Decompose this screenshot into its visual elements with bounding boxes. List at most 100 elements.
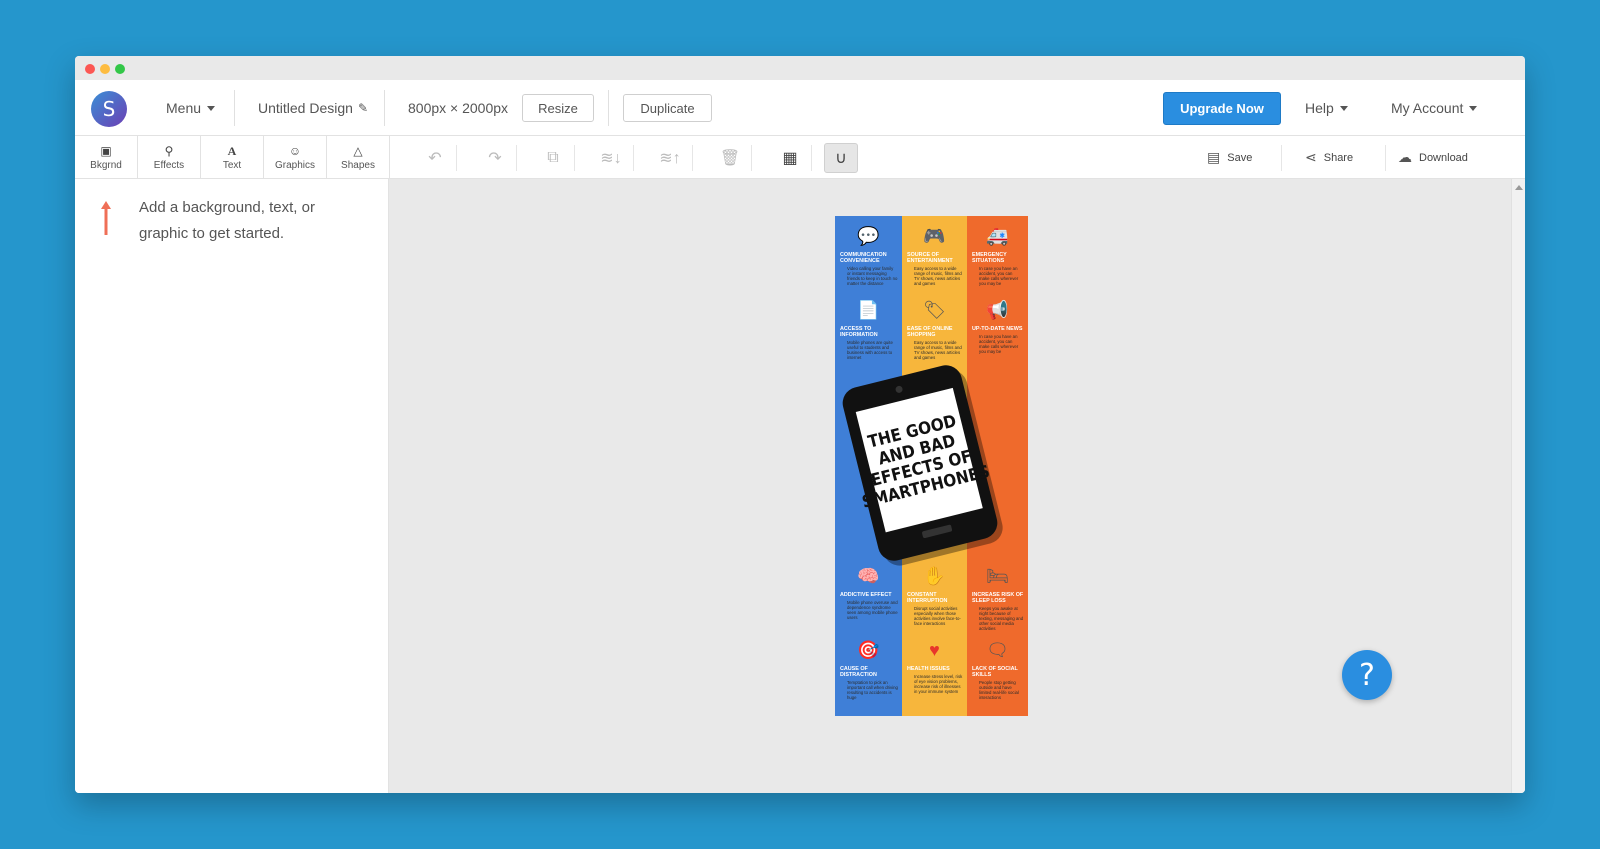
design-item[interactable]: 📢 UP-TO-DATE NEWS In case you have an ac…	[967, 296, 1028, 355]
toolbar: ▣ Bkgrnd ⚲ Effects A Text ☺ Graphics △ Shapes…	[75, 136, 1525, 179]
caret-down-icon	[1469, 105, 1478, 111]
save-button[interactable]: ▤ Save	[1207, 136, 1252, 179]
dimensions-label: 800px × 2000px	[408, 100, 509, 116]
design-item[interactable]: 📄 ACCESS TO INFORMATION Mobile phones ar…	[835, 296, 902, 361]
item-title: EASE OF ONLINE SHOPPING	[907, 326, 953, 338]
heart-icon: ♥	[929, 639, 940, 660]
download-button[interactable]: ☁ Download	[1398, 136, 1468, 179]
design-item[interactable]: 🛏 INCREASE RISK OF SLEEP LOSS Keeps you …	[967, 562, 1028, 632]
resize-button[interactable]: Resize	[522, 94, 594, 122]
divider	[692, 145, 693, 171]
design-item[interactable]: 🧠 ADDICTIVE EFFECT Mobile phone overuse …	[835, 562, 902, 621]
share-button[interactable]: ⋖ Share	[1305, 136, 1353, 179]
download-label: Download	[1419, 151, 1468, 164]
brain-icon: 🧠	[857, 565, 880, 586]
design-name-label: Untitled Design	[258, 100, 353, 116]
close-window-button[interactable]	[85, 64, 95, 74]
pencil-icon[interactable]: ✎	[358, 101, 368, 115]
magic-wand-icon: ⚲	[164, 143, 174, 158]
menu-label: Menu	[166, 100, 202, 116]
empty-state-hint: Add a background, text, or graphic to ge…	[139, 199, 315, 242]
camera-icon	[894, 385, 904, 394]
trash-icon[interactable]: 🗑	[715, 143, 745, 173]
price-tag-icon: 🏷	[923, 299, 946, 320]
top-bar: S Menu Untitled Design ✎ 800px × 2000px R…	[75, 80, 1525, 136]
bring-forward-icon[interactable]: ≋↑	[655, 143, 685, 173]
send-backward-icon[interactable]: ≋↓	[596, 143, 626, 173]
design-title: THE GOOD AND BAD EFFECTS OF SMARTPHONES	[855, 387, 992, 533]
item-text: People stop getting outside and have lim…	[979, 680, 1019, 700]
item-title: LACK OF SOCIAL SKILLS	[972, 666, 1018, 678]
design-item[interactable]: 🗨 LACK OF SOCIAL SKILLS People stop gett…	[967, 636, 1028, 701]
image-icon: ▣	[100, 143, 112, 158]
megaphone-icon: 📢	[986, 299, 1009, 320]
help-chat-button[interactable]: ?	[1342, 650, 1392, 700]
redo-icon[interactable]: ↷	[480, 143, 510, 173]
item-text: Video calling your family or instant mes…	[847, 266, 898, 286]
divider	[384, 90, 385, 126]
item-title: SOURCE OF ENTERTAINMENT	[907, 252, 953, 264]
arrow-up-icon	[101, 201, 111, 235]
game-console-icon: 🎮	[923, 225, 946, 246]
text-icon: A	[227, 143, 237, 158]
home-button-icon	[921, 524, 953, 539]
divider	[234, 90, 235, 126]
design-item[interactable]: 💬 COMMUNICATION CONVENIENCE Video callin…	[835, 222, 902, 287]
caret-down-icon	[207, 105, 216, 111]
design-item[interactable]: 🎯 CAUSE OF DISTRACTION Temptation to pic…	[835, 636, 902, 701]
vertical-scrollbar[interactable]	[1511, 179, 1525, 793]
tab-graphics[interactable]: ☺ Graphics	[264, 136, 327, 179]
grid-icon[interactable]: ▦	[775, 143, 805, 173]
hand-stop-icon: ✋	[923, 565, 946, 586]
item-text: Mobile phone overuse and dependence synd…	[847, 600, 898, 620]
tab-effects[interactable]: ⚲ Effects	[138, 136, 201, 179]
design-canvas-area[interactable]: 💬 COMMUNICATION CONVENIENCE Video callin…	[389, 179, 1525, 793]
design-item[interactable]: 🏷 EASE OF ONLINE SHOPPING Easy access to…	[902, 296, 967, 361]
item-text: Temptation to pick an important call whe…	[847, 680, 898, 700]
caret-down-icon	[1339, 105, 1348, 111]
divider	[633, 145, 634, 171]
upgrade-now-button[interactable]: Upgrade Now	[1163, 92, 1281, 125]
ambulance-icon: 🚑	[986, 225, 1009, 246]
divider	[811, 145, 812, 171]
item-title: INCREASE RISK OF SLEEP LOSS	[972, 592, 1024, 604]
window-titlebar	[75, 56, 1525, 80]
maximize-window-button[interactable]	[115, 64, 125, 74]
magnet-icon[interactable]: ∪	[824, 143, 858, 173]
design-name[interactable]: Untitled Design ✎	[258, 80, 368, 136]
item-title: CAUSE OF DISTRACTION	[840, 666, 877, 678]
tab-label: Graphics	[274, 159, 315, 171]
item-title: COMMUNICATION CONVENIENCE	[840, 252, 887, 264]
item-text: Increase stress level, risk of eye visio…	[914, 674, 963, 694]
duplicate-button[interactable]: Duplicate	[623, 94, 712, 122]
design-item[interactable]: ✋ CONSTANT INTERRUPTION Disrupt social a…	[902, 562, 967, 627]
tab-shapes[interactable]: △ Shapes	[327, 136, 390, 179]
share-label: Share	[1323, 151, 1354, 164]
tab-background[interactable]: ▣ Bkgrnd	[75, 136, 138, 179]
design-item[interactable]: 🎮 SOURCE OF ENTERTAINMENT Easy access to…	[902, 222, 967, 287]
design-item[interactable]: ♥ HEALTH ISSUES Increase stress level, r…	[902, 636, 967, 695]
help-dropdown[interactable]: Help	[1305, 80, 1348, 136]
account-dropdown[interactable]: My Account	[1391, 80, 1478, 136]
people-chat-icon: 🗨	[986, 639, 1009, 660]
menu-dropdown[interactable]: Menu	[166, 80, 216, 136]
minimize-window-button[interactable]	[100, 64, 110, 74]
tab-label: Effects	[153, 159, 185, 171]
canvas-dimensions: 800px × 2000px	[408, 80, 508, 136]
divider	[1385, 145, 1386, 171]
item-title: ADDICTIVE EFFECT	[840, 592, 892, 598]
copy-icon[interactable]: ⧉	[538, 143, 568, 173]
undo-icon[interactable]: ↶	[420, 143, 450, 173]
divider	[751, 145, 752, 171]
save-label: Save	[1227, 151, 1253, 164]
item-text: Mobile phones are quite useful to studen…	[847, 340, 893, 360]
app-logo[interactable]: S	[91, 91, 127, 127]
divider	[516, 145, 517, 171]
tab-label: Text	[222, 159, 242, 171]
item-text: Disrupt social activities especially whe…	[914, 606, 961, 626]
scroll-up-icon[interactable]	[1515, 185, 1523, 190]
chat-bubble-icon: 💬	[857, 225, 880, 246]
design-item[interactable]: 🚑 EMERGENCY SITUATIONS In case you have …	[967, 222, 1028, 287]
tab-text[interactable]: A Text	[201, 136, 264, 179]
document-icon: 📄	[857, 299, 880, 320]
